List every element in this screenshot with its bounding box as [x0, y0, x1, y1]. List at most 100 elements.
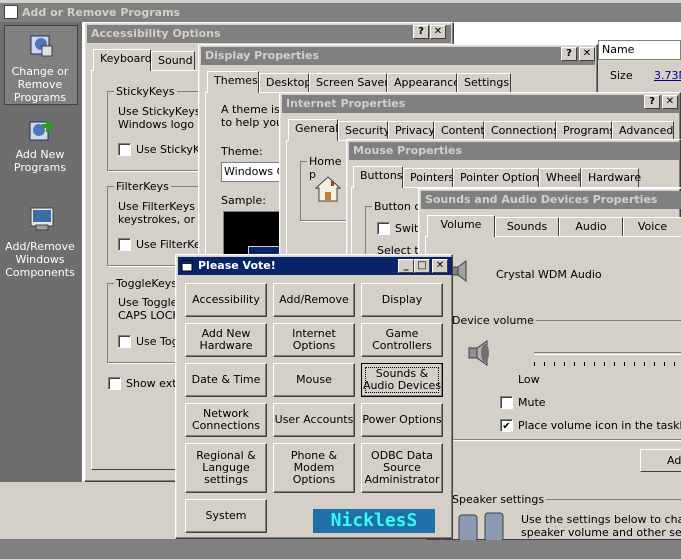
display-close-button[interactable]: ✕ [579, 47, 595, 61]
accessibility-close-button[interactable]: ✕ [430, 25, 446, 39]
arp-title-bar[interactable]: Add or Remove Programs [0, 3, 681, 22]
stickykeys-check-label: Use StickyKe [136, 143, 207, 156]
device-volume-label: Device volume [450, 314, 536, 327]
tab-audio[interactable]: Audio [559, 217, 623, 237]
tab-general[interactable]: General [288, 119, 338, 141]
mute-checkbox[interactable] [500, 396, 513, 409]
vote-add-remove-button[interactable]: Add/Remove [273, 283, 355, 317]
speaker-settings-label: Speaker settings [450, 493, 547, 506]
device-name: Crystal WDM Audio [496, 268, 602, 281]
nicklesss-brand: NicklesS [313, 509, 435, 533]
internet-title-bar[interactable]: Internet Properties [282, 95, 680, 113]
please-vote-window: Please Vote! _ □ ✕ Accessibility Add/Rem… [175, 254, 453, 539]
tab-sound[interactable]: Sound [151, 51, 195, 71]
arp-name-header[interactable]: Name [598, 40, 681, 60]
volume-low-label: Low [518, 373, 540, 386]
togglekeys-check-label: Use Tog [136, 335, 179, 348]
switch-buttons-checkbox[interactable] [377, 222, 390, 235]
show-extra-checkbox[interactable] [108, 377, 121, 390]
volume-slider-track[interactable] [534, 352, 681, 355]
togglekeys-title: ToggleKeys [114, 277, 180, 290]
tab-content[interactable]: Content [434, 121, 485, 141]
filterkeys-checkbox[interactable] [118, 238, 131, 251]
vote-close-button[interactable]: ✕ [432, 259, 448, 273]
mouse-title: Mouse Properties [353, 144, 463, 157]
mouse-title-bar[interactable]: Mouse Properties [349, 142, 680, 160]
vote-maximize-button[interactable]: □ [414, 259, 430, 273]
arp-title: Add or Remove Programs [22, 6, 181, 19]
vote-window-icon [181, 260, 193, 272]
togglekeys-checkbox[interactable] [118, 335, 131, 348]
stickykeys-checkbox[interactable] [118, 143, 131, 156]
button-config-label: Button c [372, 200, 423, 213]
vote-internet-options-button[interactable]: Internet Options [273, 323, 355, 357]
tab-themes[interactable]: Themes [207, 71, 259, 93]
internet-help-button[interactable]: ? [644, 95, 660, 109]
tab-advanced[interactable]: Advanced [612, 121, 674, 141]
vote-date-time-button[interactable]: Date & Time [185, 363, 267, 397]
display-title: Display Properties [205, 49, 320, 62]
tab-buttons[interactable]: Buttons [353, 166, 403, 188]
tab-programs[interactable]: Programs [556, 121, 615, 141]
vote-odbc-button[interactable]: ODBC Data Source Administrator [361, 443, 443, 493]
tab-desktop[interactable]: Desktop [259, 73, 311, 93]
vote-display-button[interactable]: Display [361, 283, 443, 317]
tab-pointer-options[interactable]: Pointer Options [453, 168, 545, 188]
tab-keyboard[interactable]: Keyboard [93, 49, 152, 71]
tab-volume[interactable]: Volume [427, 215, 495, 237]
display-theme-label: Theme: [221, 145, 263, 158]
stickykeys-title: StickyKeys [114, 85, 177, 98]
vote-game-controllers-button[interactable]: Game Controllers [361, 323, 443, 357]
filterkeys-check-label: Use FilterKey [136, 238, 208, 251]
speaker-desc: Use the settings below to change speaker… [521, 513, 681, 539]
togglekeys-desc: Use Toggle CAPS LOCK [118, 296, 180, 322]
taskbar-checkbox[interactable]: ✔ [500, 419, 513, 432]
mute-label: Mute [518, 396, 546, 409]
advanced-button[interactable]: Adv [640, 449, 681, 472]
vote-sounds-audio-button[interactable]: Sounds & Audio Devices [361, 363, 443, 397]
vote-mouse-button[interactable]: Mouse [273, 363, 355, 397]
add-new-programs-icon [28, 116, 56, 144]
home-icon [314, 175, 342, 203]
accessibility-title-bar[interactable]: Accessibility Options [87, 25, 451, 43]
change-remove-programs-icon [28, 32, 54, 58]
arp-size-value[interactable]: 3.73M [654, 69, 681, 82]
volume-slider-ticks [534, 362, 681, 366]
nav-change-remove-label[interactable]: Change or Remove Programs [4, 65, 76, 104]
tab-screen-saver[interactable]: Screen Saver [309, 73, 389, 93]
nav-add-new-label[interactable]: Add New Programs [4, 148, 76, 174]
filterkeys-title: FilterKeys [114, 180, 171, 193]
tab-connections[interactable]: Connections [484, 121, 559, 141]
display-sample-label: Sample: [221, 194, 266, 207]
display-help-button[interactable]: ? [561, 47, 577, 61]
vote-title: Please Vote! [198, 259, 276, 272]
vote-phone-modem-button[interactable]: Phone & Modem Options [273, 443, 355, 493]
display-title-bar[interactable]: Display Properties [201, 47, 595, 65]
tab-appearance[interactable]: Appearance [387, 73, 460, 93]
arp-size-label: Size [610, 69, 633, 82]
tab-settings[interactable]: Settings [457, 73, 511, 93]
tab-wheel[interactable]: Wheel [539, 168, 581, 188]
windows-components-icon [28, 205, 56, 233]
vote-add-hardware-button[interactable]: Add New Hardware [185, 323, 267, 357]
speakers-icon [455, 511, 511, 542]
vote-power-options-button[interactable]: Power Options [361, 403, 443, 437]
taskbar-label: Place volume icon in the taskbar [518, 419, 681, 432]
display-theme-select[interactable]: Windows C [221, 162, 281, 182]
vote-regional-settings-button[interactable]: Regional & Languge settings [185, 443, 267, 493]
tab-hardware[interactable]: Hardware [581, 168, 641, 188]
tab-privacy[interactable]: Privacy [388, 121, 435, 141]
nav-windows-components-label[interactable]: Add/Remove Windows Components [4, 240, 76, 279]
tab-pointers[interactable]: Pointers [403, 168, 454, 188]
tab-voice[interactable]: Voice [623, 217, 681, 237]
accessibility-help-button[interactable]: ? [413, 25, 429, 39]
internet-close-button[interactable]: ✕ [662, 95, 678, 109]
sounds-title-bar[interactable]: Sounds and Audio Devices Properties [421, 191, 681, 209]
vote-accessibility-button[interactable]: Accessibility [185, 283, 267, 317]
vote-minimize-button[interactable]: _ [398, 259, 414, 273]
vote-network-connections-button[interactable]: Network Connections [185, 403, 267, 437]
tab-security[interactable]: Security [338, 121, 390, 141]
vote-user-accounts-button[interactable]: User Accounts [273, 403, 355, 437]
tab-sounds[interactable]: Sounds [495, 217, 559, 237]
vote-system-button[interactable]: System [185, 499, 267, 533]
